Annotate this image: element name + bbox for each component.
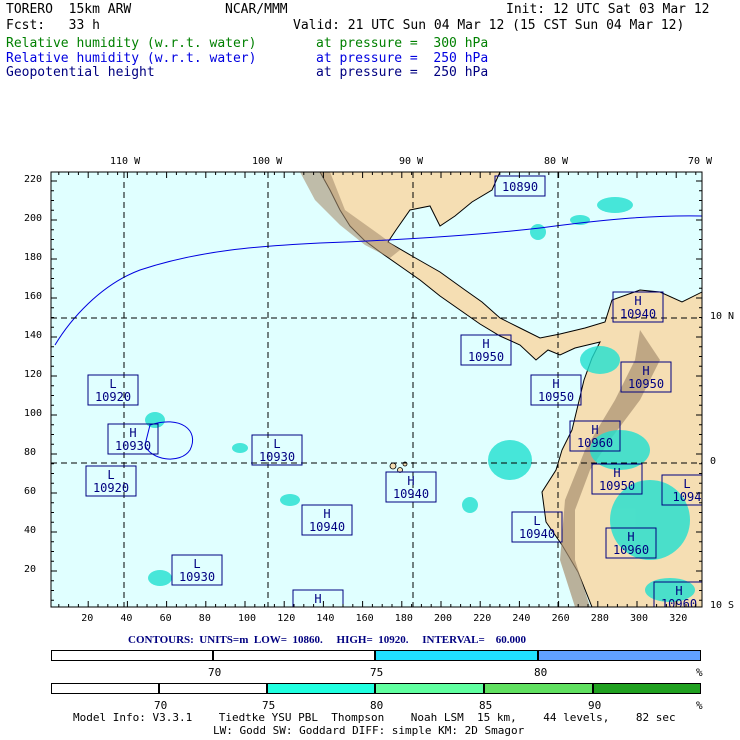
longitude-label: 70 W xyxy=(688,156,713,167)
x-tick-label: 280 xyxy=(590,613,609,624)
center-type: H xyxy=(613,466,620,480)
y-tick-label: 80 xyxy=(24,447,37,458)
y-tick-label: 40 xyxy=(24,525,37,536)
center-value: 10930 xyxy=(179,570,215,584)
longitude-label: 110 W xyxy=(110,156,141,167)
center-type: H xyxy=(552,377,559,391)
x-tick-label: 220 xyxy=(473,613,492,624)
x-tick-label: 120 xyxy=(277,613,296,624)
x-tick-label: 60 xyxy=(159,613,172,624)
center-value: 10950 xyxy=(468,350,504,364)
center-type: H xyxy=(314,592,321,606)
center-value: 10940 xyxy=(519,527,555,541)
y-tick-label: 100 xyxy=(24,408,43,419)
y-tick-label: 180 xyxy=(24,252,43,263)
center-type: H xyxy=(642,364,649,378)
x-tick-label: 180 xyxy=(394,613,413,624)
center-type: H xyxy=(591,423,598,437)
center-value: 10960 xyxy=(577,436,613,450)
center-type: H xyxy=(675,584,682,598)
y-tick-label: 160 xyxy=(24,291,43,302)
colorbar-segment xyxy=(375,650,538,661)
colorbar-segment xyxy=(267,683,375,694)
colorbar-label: 70 xyxy=(154,699,168,712)
colorbar-segment xyxy=(51,683,159,694)
center-type: H xyxy=(634,294,641,308)
center-value: 1094 xyxy=(673,490,702,504)
center-type: L xyxy=(193,557,200,571)
longitude-label: 90 W xyxy=(399,156,424,167)
colorbar-segment xyxy=(375,683,484,694)
x-tick-label: 260 xyxy=(551,613,570,624)
colorbar-label: 80 xyxy=(534,666,548,679)
center-value: 10890 xyxy=(502,180,538,194)
longitude-label: 80 W xyxy=(544,156,569,167)
center-type: H xyxy=(407,474,414,488)
y-tick-label: 220 xyxy=(24,174,43,185)
model-info-line1: Model Info: V3.3.1 Tiedtke YSU PBL Thomp… xyxy=(73,711,676,724)
colorbar-label: 85 xyxy=(479,699,493,712)
colorbar-label: % xyxy=(696,699,703,712)
x-tick-label: 240 xyxy=(512,613,531,624)
y-tick-label: 200 xyxy=(24,213,43,224)
latitude-label: 0 xyxy=(710,456,717,467)
y-tick-label: 140 xyxy=(24,330,43,341)
center-type: L xyxy=(533,514,540,528)
colorbar-label: 75 xyxy=(370,666,384,679)
center-value: 10950 xyxy=(538,390,574,404)
colorbar-segment xyxy=(51,650,213,661)
x-tick-label: 140 xyxy=(316,613,335,624)
colorbar-segment xyxy=(593,683,701,694)
x-tick-label: 80 xyxy=(198,613,211,624)
latitude-label: 10 S xyxy=(710,600,735,611)
weather-map-figure: TORERO 15km ARW NCAR/MMM Init: 12 UTC Sa… xyxy=(0,0,740,740)
center-value: 10940 xyxy=(393,487,429,501)
colorbar-segment xyxy=(538,650,701,661)
colorbar-label: % xyxy=(696,666,703,679)
center-type: L xyxy=(683,477,690,491)
center-type: L xyxy=(273,437,280,451)
center-type: H xyxy=(323,507,330,521)
map-plot: 10890L10920H10930L10920L10930H10940H1094… xyxy=(50,171,703,608)
x-tick-label: 160 xyxy=(355,613,374,624)
colorbar-segment xyxy=(159,683,267,694)
x-tick-label: 40 xyxy=(120,613,133,624)
y-tick-label: 20 xyxy=(24,564,37,575)
x-tick-label: 100 xyxy=(238,613,257,624)
model-info-line2: LW: Godd SW: Goddard DIFF: simple KM: 2D… xyxy=(213,724,525,737)
center-type: H xyxy=(627,530,634,544)
center-value: 10920 xyxy=(95,390,131,404)
center-value: 10940 xyxy=(620,307,656,321)
center-type: L xyxy=(107,468,114,482)
center-value: 10930 xyxy=(115,439,151,453)
center-value: 10950 xyxy=(628,377,664,391)
center-value: 10930 xyxy=(259,450,295,464)
colorbar-label: 90 xyxy=(588,699,602,712)
colorbar-segment xyxy=(484,683,593,694)
y-tick-label: 60 xyxy=(24,486,37,497)
center-type: H xyxy=(129,426,136,440)
center-type: L xyxy=(109,377,116,391)
colorbar-label: 75 xyxy=(262,699,276,712)
colorbar-label: 80 xyxy=(370,699,384,712)
latitude-label: 10 N xyxy=(710,311,735,322)
center-value: 10920 xyxy=(93,481,129,495)
x-tick-label: 300 xyxy=(630,613,649,624)
y-tick-label: 120 xyxy=(24,369,43,380)
center-value: 10950 xyxy=(599,479,635,493)
colorbar-segment xyxy=(213,650,375,661)
contour-info: CONTOURS: UNITS=m LOW= 10860. HIGH= 1092… xyxy=(128,634,527,646)
center-value: 10940 xyxy=(309,520,345,534)
x-tick-label: 200 xyxy=(434,613,453,624)
colorbar-label: 70 xyxy=(208,666,222,679)
x-tick-label: 20 xyxy=(81,613,94,624)
longitude-label: 100 W xyxy=(252,156,283,167)
center-type: H xyxy=(482,337,489,351)
center-value: 10960 xyxy=(613,543,649,557)
x-tick-label: 320 xyxy=(669,613,688,624)
